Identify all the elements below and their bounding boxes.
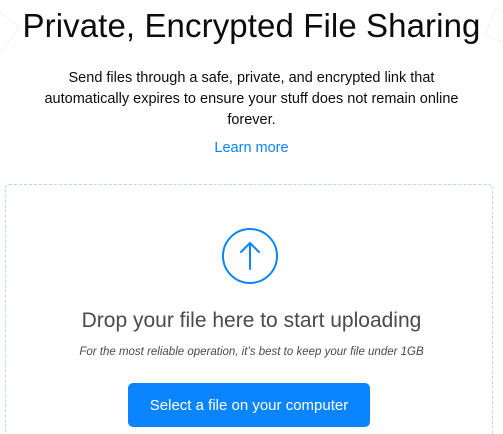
upload-arrow-icon: [222, 228, 278, 284]
page-description: Send files through a safe, private, and …: [44, 70, 459, 128]
file-size-hint: For the most reliable operation, it’s be…: [79, 346, 424, 358]
drop-message: Drop your file here to start uploading: [81, 309, 422, 332]
learn-more-container: Learn more: [0, 138, 503, 158]
select-file-button[interactable]: Select a file on your computer: [128, 383, 370, 427]
learn-more-link[interactable]: Learn more: [214, 140, 288, 156]
page: Private, Encrypted File Sharing Send fil…: [0, 0, 503, 434]
page-title: Private, Encrypted File Sharing: [22, 7, 481, 44]
